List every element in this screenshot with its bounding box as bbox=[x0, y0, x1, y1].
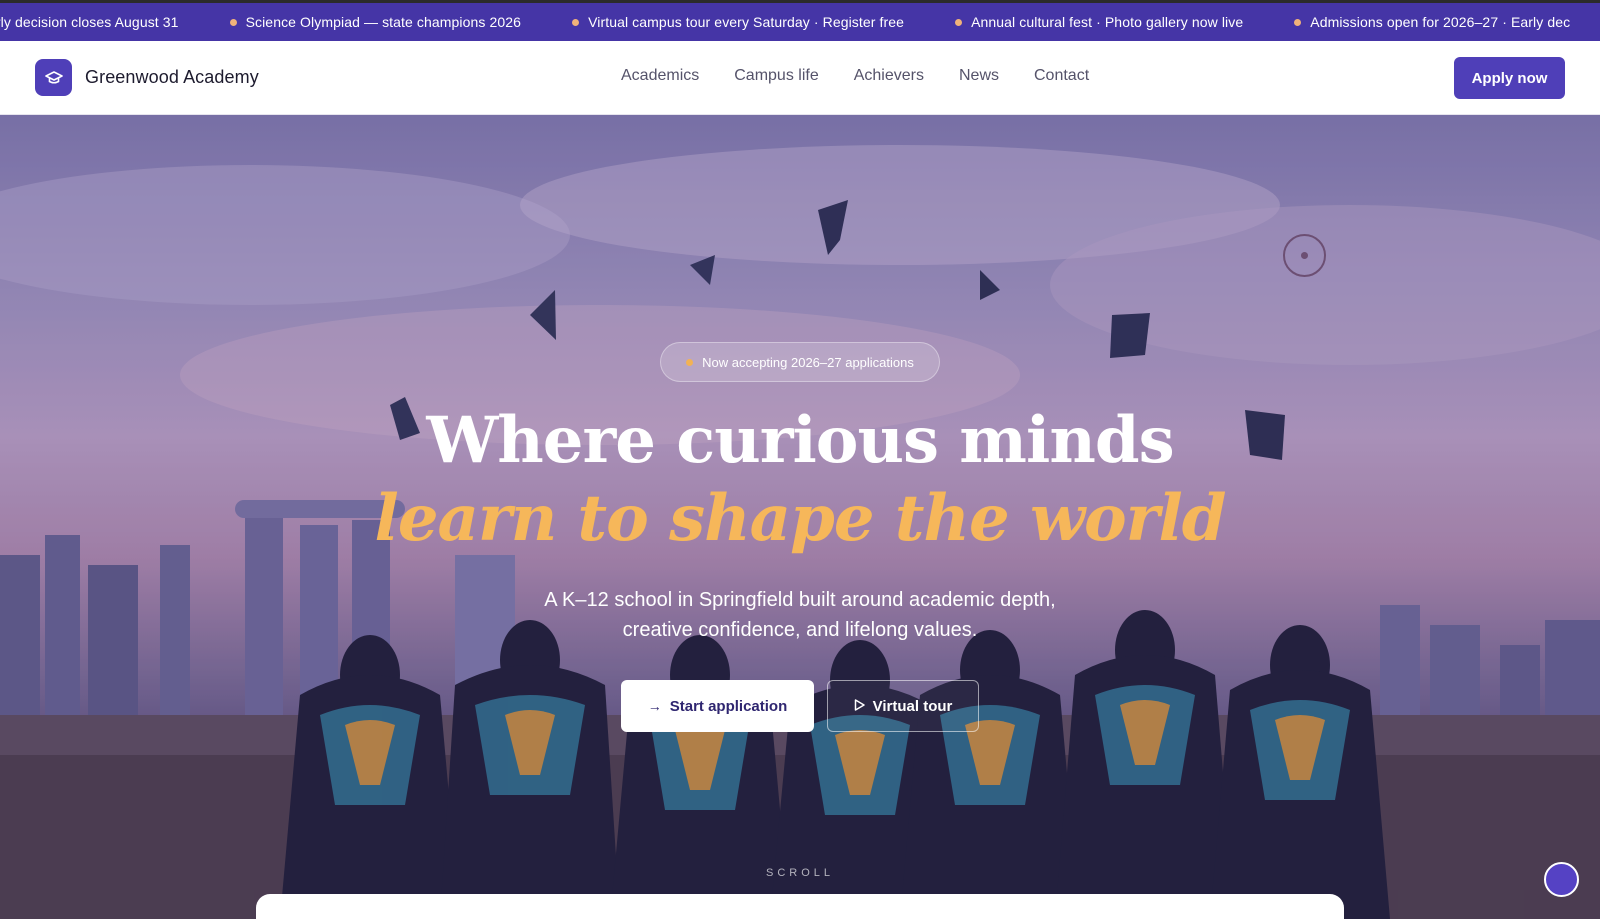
virtual-tour-button[interactable]: Virtual tour bbox=[827, 680, 979, 732]
hero-section: Now accepting 2026–27 applications Where… bbox=[0, 115, 1600, 919]
badge-text: Now accepting 2026–27 applications bbox=[702, 354, 914, 370]
nav-academics[interactable]: Academics bbox=[621, 67, 699, 85]
ticker-dot-icon bbox=[572, 18, 580, 26]
ticker-item[interactable]: Science Olympiad — state champions 2026 bbox=[229, 14, 522, 30]
ticker-item[interactable]: Virtual campus tour every Saturday · Reg… bbox=[572, 14, 904, 30]
play-icon bbox=[854, 698, 865, 714]
ticker-item-text: Science Olympiad — state champions 2026 bbox=[245, 14, 522, 30]
cursor-dot-icon bbox=[1301, 252, 1308, 259]
start-application-button[interactable]: → Start application bbox=[621, 680, 814, 732]
graduation-cap-icon bbox=[35, 59, 72, 96]
ticker-dot-icon bbox=[229, 18, 237, 26]
ticker-item-text: Virtual campus tour every Saturday · Reg… bbox=[588, 14, 905, 30]
ticker-item[interactable]: Annual cultural fest · Photo gallery now… bbox=[955, 14, 1243, 30]
virtual-tour-label: Virtual tour bbox=[872, 697, 953, 715]
admissions-badge: Now accepting 2026–27 applications bbox=[660, 342, 940, 382]
ticker-track: arly decision closes August 31 Science O… bbox=[0, 3, 1600, 41]
ticker-item-text: Annual cultural fest · Photo gallery now… bbox=[971, 14, 1244, 30]
brand-name: Greenwood Academy bbox=[85, 67, 259, 87]
brand-link[interactable]: Greenwood Academy bbox=[35, 59, 259, 96]
nav-achievers[interactable]: Achievers bbox=[854, 67, 924, 85]
status-dot-icon bbox=[686, 358, 694, 366]
ticker-item[interactable]: Admissions open for 2026–27 · Early dec bbox=[1294, 14, 1570, 30]
cursor-ring-icon bbox=[1283, 234, 1326, 277]
main-nav: Academics Campus life Achievers News Con… bbox=[621, 67, 1124, 85]
ticker-item-text: arly decision closes August 31 bbox=[0, 14, 179, 30]
nav-news[interactable]: News bbox=[959, 67, 999, 85]
ticker-item[interactable]: arly decision closes August 31 bbox=[0, 14, 179, 30]
nav-campus-life[interactable]: Campus life bbox=[734, 67, 818, 85]
ticker-dot-icon bbox=[955, 18, 963, 26]
hero-headline: Where curious minds bbox=[426, 403, 1174, 478]
ticker-item-text: Admissions open for 2026–27 · Early dec bbox=[1310, 14, 1571, 30]
ticker-dot-icon bbox=[1294, 18, 1302, 26]
apply-now-button[interactable]: Apply now bbox=[1454, 57, 1565, 99]
site-header: Greenwood Academy Academics Campus life … bbox=[0, 41, 1600, 115]
announcement-ticker: arly decision closes August 31 Science O… bbox=[0, 0, 1600, 41]
hero-subtitle: A K–12 school in Springfield built aroun… bbox=[0, 585, 1600, 645]
hero-subtitle-line: creative confidence, and lifelong values… bbox=[622, 619, 978, 641]
hero-headline-accent: learn to shape the world bbox=[374, 481, 1227, 556]
hero-subtitle-line: A K–12 school in Springfield built aroun… bbox=[544, 589, 1056, 611]
arrow-right-icon: → bbox=[647, 698, 662, 714]
chat-button[interactable] bbox=[1544, 862, 1579, 897]
nav-contact[interactable]: Contact bbox=[1034, 67, 1089, 85]
start-application-label: Start application bbox=[669, 697, 788, 715]
stats-card bbox=[256, 894, 1344, 919]
scroll-hint: SCROLL bbox=[765, 867, 835, 879]
